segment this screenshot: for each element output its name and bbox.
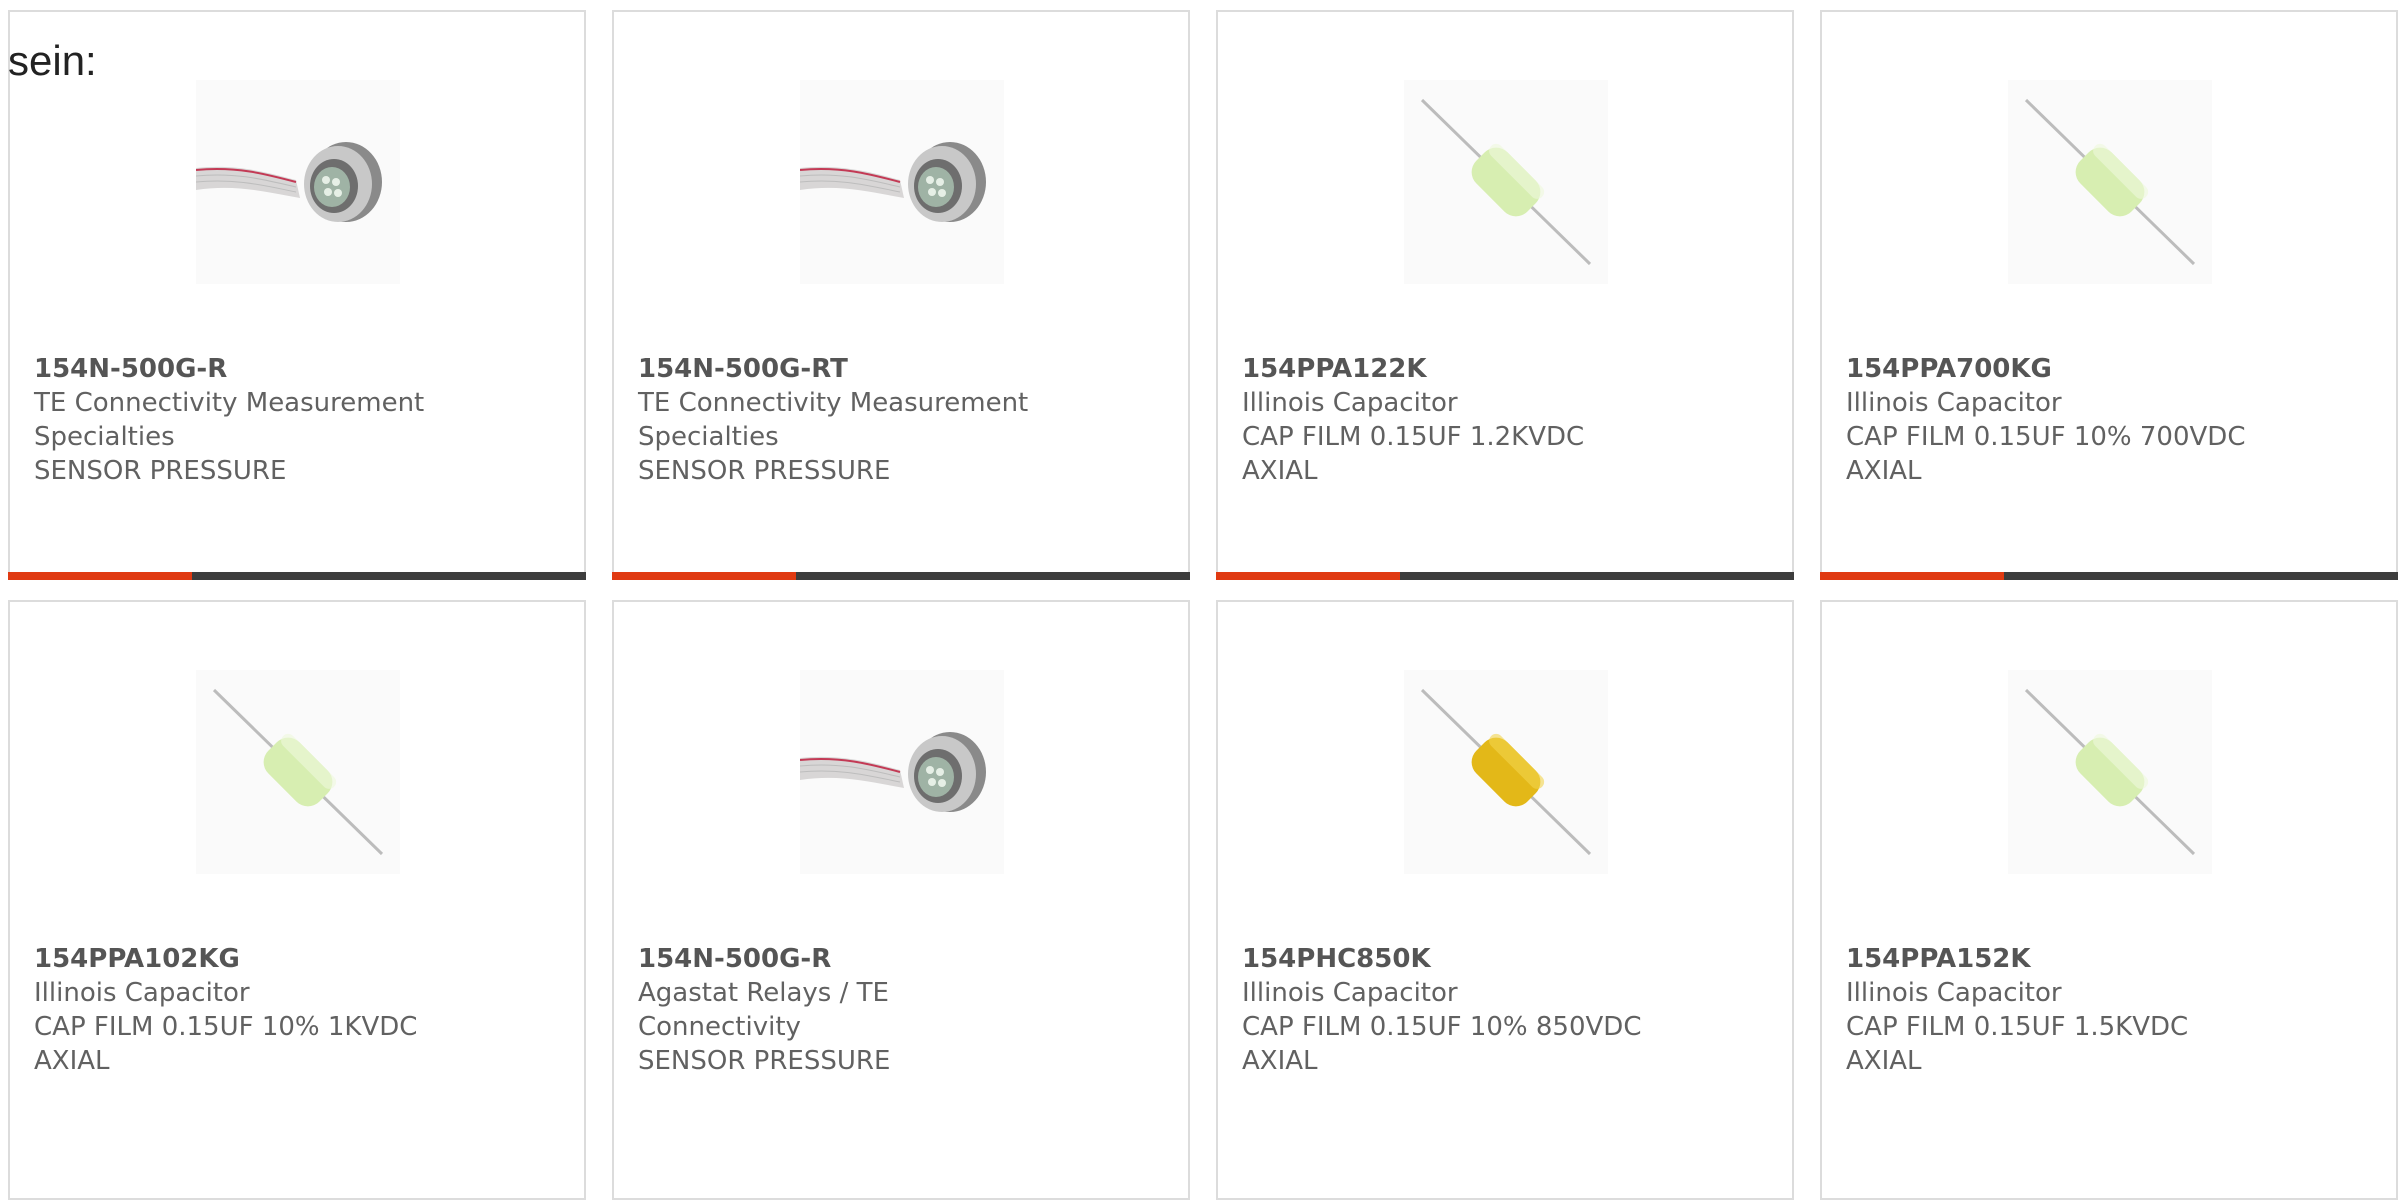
description-line: AXIAL <box>1846 456 1922 486</box>
product-card[interactable]: 154PPA102KG Illinois Capacitor CAP FILM … <box>8 600 586 1200</box>
manufacturer-line: Illinois Capacitor <box>1846 978 2062 1008</box>
manufacturer-line: Specialties <box>34 422 175 452</box>
manufacturer-line: Agastat Relays / TE Connectivity <box>638 978 889 1042</box>
card-accent-bar <box>8 572 192 580</box>
manufacturer-line: Illinois Capacitor <box>1846 388 2062 418</box>
description-line: CAP FILM 0.15UF 10% 850VDC <box>1242 1012 1642 1042</box>
pressure-sensor-image[interactable] <box>800 670 1004 874</box>
part-number[interactable]: 154PPA700KG <box>1846 352 2266 386</box>
product-card[interactable]: 154PPA152K Illinois Capacitor CAP FILM 0… <box>1820 600 2398 1200</box>
description-line: SENSOR PRESSURE <box>638 1046 891 1076</box>
description-line: CAP FILM 0.15UF 10% 700VDC <box>1846 422 2246 452</box>
description-line: CAP FILM 0.15UF 1.2KVDC AXIAL <box>1242 422 1585 486</box>
card-bottom-bar <box>8 572 586 580</box>
green-capacitor-image[interactable] <box>196 670 400 874</box>
manufacturer-line: Illinois Capacitor <box>34 978 250 1008</box>
description-line: AXIAL <box>34 1046 110 1076</box>
product-card[interactable]: 154N-500G-RT TE Connectivity Measurement… <box>612 10 1190 580</box>
description-line: SENSOR PRESSURE <box>638 456 891 486</box>
description-line: AXIAL <box>1242 1046 1318 1076</box>
part-number[interactable]: 154PPA102KG <box>34 942 454 976</box>
card-accent-bar <box>612 572 796 580</box>
green-capacitor-image[interactable] <box>2008 80 2212 284</box>
card-accent-bar <box>1820 572 2004 580</box>
green-capacitor-image[interactable] <box>2008 670 2212 874</box>
description-line: CAP FILM 0.15UF 1.5KVDC AXIAL <box>1846 1012 2189 1076</box>
pressure-sensor-image[interactable] <box>196 80 400 284</box>
product-card[interactable]: 154PPA700KG Illinois Capacitor CAP FILM … <box>1820 10 2398 580</box>
intro-text: sein: <box>8 37 97 84</box>
product-card[interactable]: 154N-500G-R TE Connectivity Measurement … <box>8 10 586 580</box>
card-accent-bar <box>1216 572 1400 580</box>
product-card[interactable]: 154PHC850K Illinois Capacitor CAP FILM 0… <box>1216 600 1794 1200</box>
card-bottom-bar <box>1820 572 2398 580</box>
product-card[interactable]: 154PPA122K Illinois Capacitor CAP FILM 0… <box>1216 10 1794 580</box>
part-number[interactable]: 154PPA122K <box>1242 352 1662 386</box>
product-card[interactable]: 154N-500G-R Agastat Relays / TE Connecti… <box>612 600 1190 1200</box>
green-capacitor-image[interactable] <box>1404 80 1608 284</box>
part-number[interactable]: 154PPA152K <box>1846 942 2266 976</box>
yellow-capacitor-image[interactable] <box>1404 670 1608 874</box>
pressure-sensor-image[interactable] <box>800 80 1004 284</box>
part-number[interactable]: 154PHC850K <box>1242 942 1662 976</box>
manufacturer-line: Specialties <box>638 422 779 452</box>
part-number[interactable]: 154N-500G-RT <box>638 352 1058 386</box>
part-number[interactable]: 154N-500G-R <box>638 942 1058 976</box>
manufacturer-line: TE Connectivity Measurement <box>34 388 425 418</box>
card-bottom-bar <box>612 572 1190 580</box>
manufacturer-line: TE Connectivity Measurement <box>638 388 1029 418</box>
manufacturer-line: Illinois Capacitor <box>1242 978 1458 1008</box>
description-line: CAP FILM 0.15UF 10% 1KVDC <box>34 1012 418 1042</box>
manufacturer-line: Illinois Capacitor <box>1242 388 1458 418</box>
description-line: SENSOR PRESSURE <box>34 456 287 486</box>
part-number[interactable]: 154N-500G-R <box>34 352 454 386</box>
card-bottom-bar <box>1216 572 1794 580</box>
